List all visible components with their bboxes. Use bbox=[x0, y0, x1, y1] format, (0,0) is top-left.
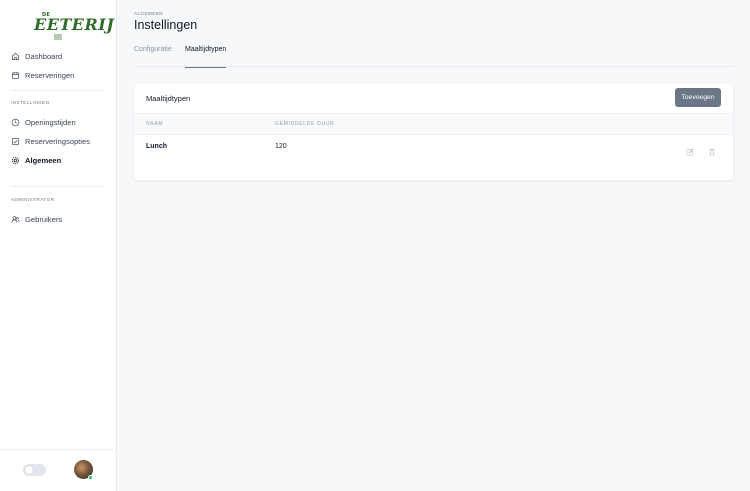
sidebar-item-label: Reserveringsopties bbox=[25, 136, 90, 146]
column-header-duur[interactable]: GEMIDDELDE DUUR bbox=[275, 121, 334, 127]
sidebar-item-openingstijden[interactable]: Openingstijden bbox=[11, 115, 76, 129]
users-icon bbox=[11, 215, 20, 223]
card-title: Maaltijdtypen bbox=[146, 94, 191, 103]
gear-icon bbox=[11, 156, 20, 164]
add-button[interactable]: Toevoegen bbox=[675, 88, 721, 107]
edit-icon[interactable] bbox=[686, 148, 694, 156]
sidebar-item-label: Algemeen bbox=[25, 155, 62, 165]
table-row: Lunch 120 bbox=[134, 135, 733, 175]
delete-icon[interactable] bbox=[708, 148, 716, 156]
sidebar-item-label: Reserveringen bbox=[25, 70, 75, 80]
sidebar-item-label: Gebruikers bbox=[25, 214, 63, 224]
sidebar-footer bbox=[0, 449, 117, 491]
cell-duration: 120 bbox=[275, 143, 287, 150]
tab-maaltijdtypen[interactable]: Maaltijdtypen bbox=[185, 46, 227, 68]
tab-bar: Configuratie Maaltijdtypen bbox=[134, 44, 734, 68]
sidebar-item-reserveringsopties[interactable]: Reserveringsopties bbox=[11, 134, 90, 148]
home-icon bbox=[11, 52, 20, 60]
calendar-icon bbox=[11, 71, 20, 79]
clock-icon bbox=[11, 118, 20, 126]
column-header-naam[interactable]: NAAM bbox=[146, 121, 163, 127]
sidebar-item-label: Openingstijden bbox=[25, 117, 76, 127]
sidebar-item-gebruikers[interactable]: Gebruikers bbox=[11, 212, 62, 226]
cell-name: Lunch bbox=[146, 143, 167, 150]
sidebar: DE EETERIJ Dashboard Reserveringen INSTE… bbox=[0, 0, 117, 491]
table-header: NAAM GEMIDDELDE DUUR bbox=[134, 113, 733, 135]
sidebar-item-reserveringen[interactable]: Reserveringen bbox=[11, 68, 74, 82]
fork-icon bbox=[54, 34, 62, 40]
section-heading-administrator: ADMINISTRATOR bbox=[11, 197, 55, 202]
divider bbox=[11, 90, 104, 91]
eeterij-logo[interactable]: DE EETERIJ bbox=[28, 12, 114, 40]
tab-configuratie[interactable]: Configuratie bbox=[134, 46, 172, 67]
checklist-icon bbox=[11, 137, 20, 145]
sidebar-item-label: Dashboard bbox=[25, 51, 63, 61]
main-content: ALGEMEEN Instellingen Configuratie Maalt… bbox=[117, 0, 750, 491]
sidebar-item-algemeen[interactable]: Algemeen bbox=[11, 153, 61, 167]
logo-name: EETERIJ bbox=[34, 15, 115, 34]
theme-toggle[interactable] bbox=[23, 464, 46, 476]
toggle-knob bbox=[25, 466, 33, 474]
online-status-dot bbox=[88, 475, 93, 480]
divider bbox=[11, 186, 104, 187]
breadcrumb: ALGEMEEN bbox=[134, 11, 164, 16]
section-heading-instellingen: INSTELLINGEN bbox=[11, 100, 50, 105]
sidebar-item-dashboard[interactable]: Dashboard bbox=[11, 49, 62, 63]
maaltijdtypen-card: Maaltijdtypen Toevoegen NAAM GEMIDDELDE … bbox=[134, 84, 733, 180]
page-title: Instellingen bbox=[134, 18, 198, 32]
